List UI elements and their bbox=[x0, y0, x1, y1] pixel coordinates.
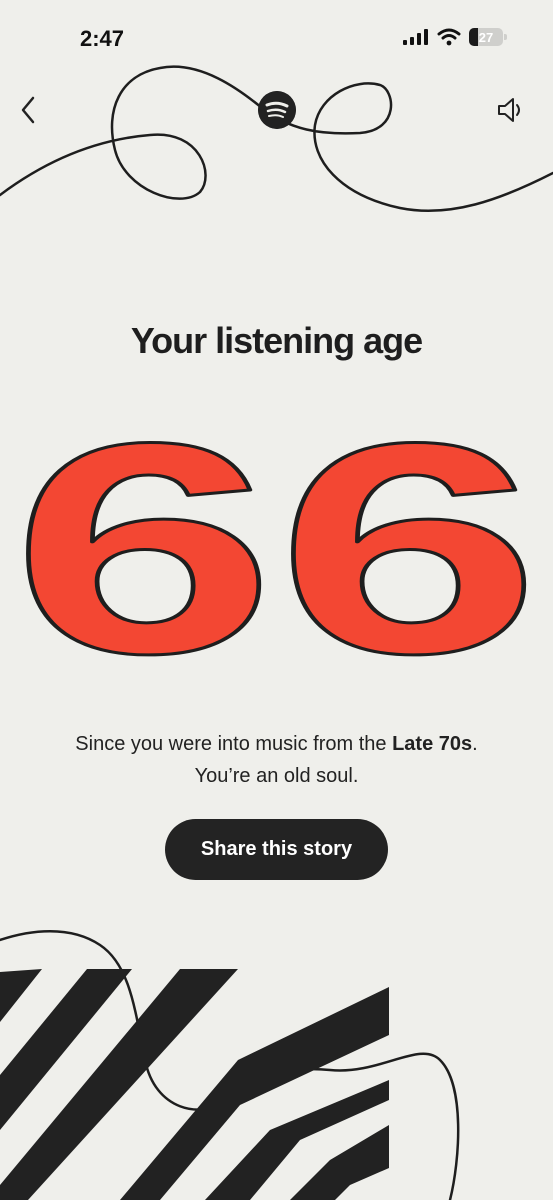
caption-era: Late 70s bbox=[392, 733, 473, 755]
status-icons: 27 bbox=[403, 28, 507, 46]
listening-age-number: 66 bbox=[10, 420, 543, 670]
spotify-logo-icon bbox=[258, 91, 296, 129]
sound-toggle-button[interactable] bbox=[489, 88, 533, 132]
story-heading: Your listening age bbox=[130, 320, 423, 361]
age-value: 66 bbox=[11, 420, 541, 670]
chevron-left-icon bbox=[21, 96, 35, 124]
battery-level: 27 bbox=[478, 29, 494, 45]
wifi-icon bbox=[437, 28, 461, 46]
back-button[interactable] bbox=[6, 88, 50, 132]
caption-line2: You’re an old soul. bbox=[194, 765, 359, 787]
status-time: 2:47 bbox=[80, 26, 125, 51]
story-caption: Since you were into music from the Late … bbox=[0, 728, 553, 792]
battery-icon: 27 bbox=[469, 28, 507, 46]
caption-suffix: . bbox=[472, 733, 478, 755]
cellular-signal-icon bbox=[403, 29, 428, 45]
speaker-icon bbox=[498, 98, 520, 122]
share-story-button[interactable]: Share this story bbox=[165, 819, 388, 880]
status-bar: 2:47 27 bbox=[0, 0, 553, 80]
battery-tip bbox=[504, 34, 507, 40]
battery-fill bbox=[469, 28, 479, 46]
caption-prefix: Since you were into music from the bbox=[75, 733, 393, 755]
